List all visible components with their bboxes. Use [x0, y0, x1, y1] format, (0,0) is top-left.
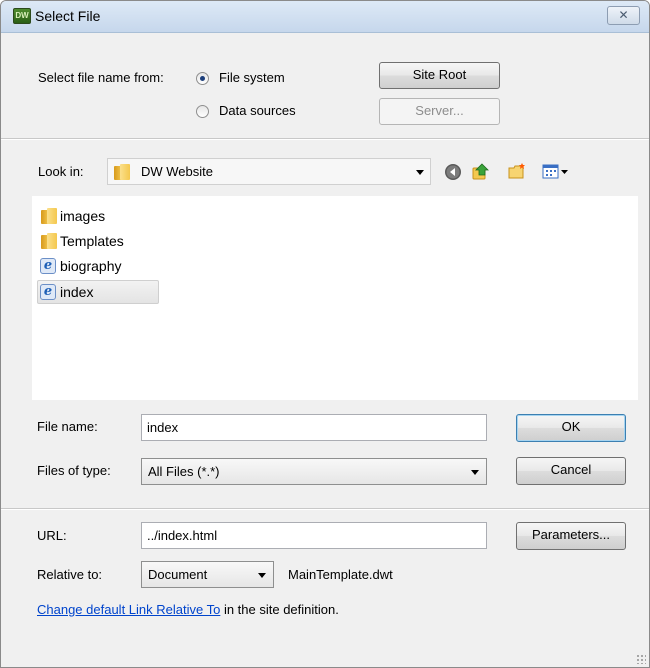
file-name-label: index	[60, 284, 94, 300]
title-bar[interactable]: DW Select File ✕	[1, 1, 649, 33]
site-root-button[interactable]: Site Root	[379, 62, 500, 89]
url-label: URL:	[37, 528, 67, 543]
separator	[1, 138, 649, 140]
relative-to-label: Relative to:	[37, 567, 103, 582]
file-name-label: File name:	[37, 419, 98, 434]
file-system-label[interactable]: File system	[219, 70, 285, 85]
relative-to-value: Document	[148, 567, 208, 582]
file-system-radio[interactable]	[196, 72, 209, 85]
chevron-down-icon	[471, 470, 479, 475]
resize-grip[interactable]	[636, 654, 646, 664]
data-sources-label[interactable]: Data sources	[219, 103, 296, 118]
server-button[interactable]: Server...	[379, 98, 500, 125]
file-name-field[interactable]	[141, 414, 487, 441]
files-of-type-dropdown[interactable]: All Files (*.*)	[141, 458, 487, 485]
files-of-type-value: All Files (*.*)	[148, 464, 220, 479]
chevron-down-icon	[416, 170, 424, 175]
close-icon: ✕	[618, 8, 629, 22]
list-item-images[interactable]: images	[38, 206, 168, 228]
view-menu-icon[interactable]	[542, 163, 570, 181]
relative-to-dropdown[interactable]: Document	[141, 561, 274, 588]
new-folder-icon[interactable]	[508, 162, 526, 180]
link-relative-note: Change default Link Relative To in the s…	[37, 602, 339, 617]
back-icon[interactable]	[444, 163, 462, 181]
template-name: MainTemplate.dwt	[288, 567, 393, 582]
select-from-label: Select file name from:	[38, 70, 164, 85]
close-button[interactable]: ✕	[607, 6, 640, 25]
list-item-biography[interactable]: e biography	[38, 256, 168, 278]
file-name-label: biography	[60, 258, 122, 274]
file-name-label: Templates	[60, 233, 124, 249]
dreamweaver-logo-icon: DW	[13, 8, 31, 24]
link-suffix-text: in the site definition.	[220, 602, 339, 617]
file-name-input[interactable]	[142, 415, 486, 440]
file-name-label: images	[60, 208, 106, 224]
look-in-label: Look in:	[38, 164, 84, 179]
look-in-dropdown[interactable]: DW Website	[107, 158, 431, 185]
ok-button[interactable]: OK	[516, 414, 626, 442]
html-file-icon: e	[40, 284, 56, 300]
list-item-index[interactable]: e index	[37, 280, 159, 304]
file-list[interactable]: images Templates e biography e index	[32, 196, 638, 400]
files-of-type-label: Files of type:	[37, 463, 111, 478]
up-folder-icon[interactable]	[472, 162, 490, 180]
look-in-value: DW Website	[141, 164, 213, 179]
cancel-button[interactable]: Cancel	[516, 457, 626, 485]
list-item-templates[interactable]: Templates	[38, 231, 168, 253]
change-link-relative-link[interactable]: Change default Link Relative To	[37, 602, 220, 617]
folder-icon	[114, 164, 130, 180]
dialog-title: Select File	[35, 8, 101, 24]
chevron-down-icon	[258, 573, 266, 578]
parameters-button[interactable]: Parameters...	[516, 522, 626, 550]
url-field[interactable]	[141, 522, 487, 549]
data-sources-radio[interactable]	[196, 105, 209, 118]
folder-icon	[41, 233, 57, 249]
folder-icon	[41, 208, 57, 224]
separator	[1, 508, 649, 510]
url-input[interactable]	[142, 523, 486, 548]
html-file-icon: e	[40, 258, 56, 274]
select-file-dialog: DW Select File ✕ Select file name from: …	[0, 0, 650, 668]
